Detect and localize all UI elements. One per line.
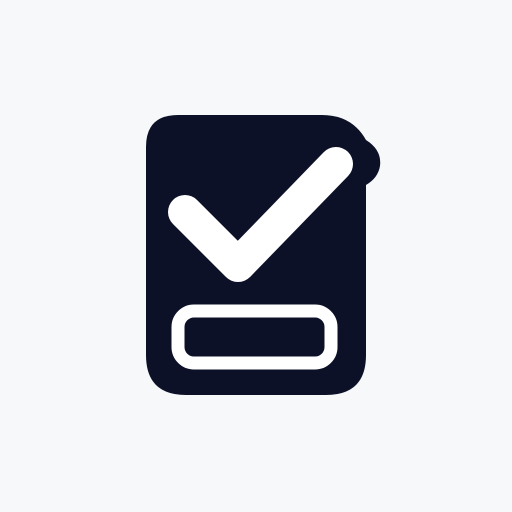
clipboard-check-icon (0, 0, 512, 512)
canvas (0, 0, 512, 512)
